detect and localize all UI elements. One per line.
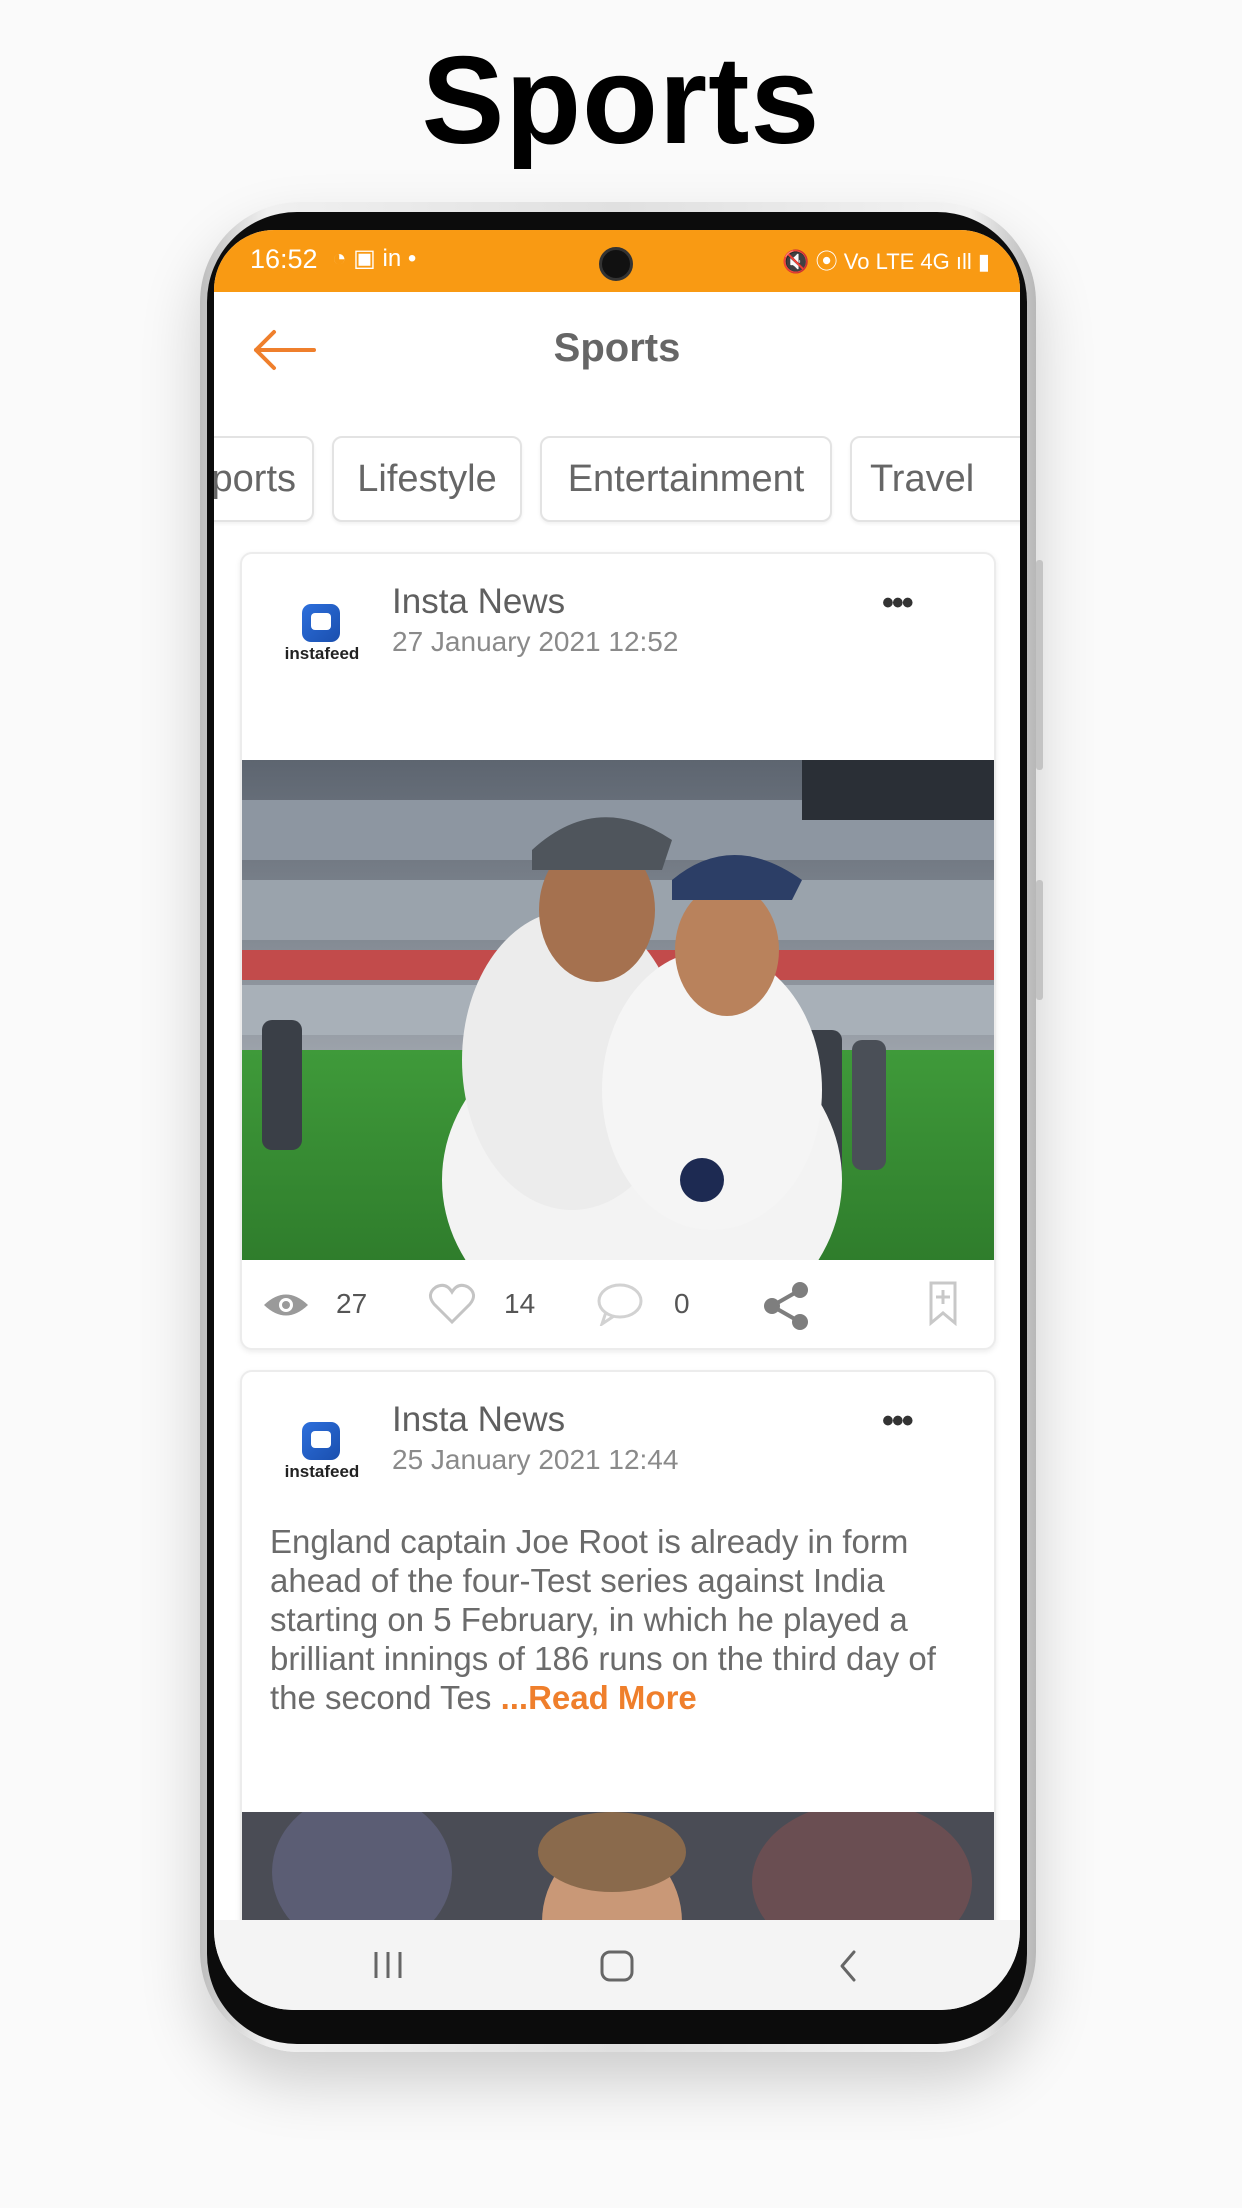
notification-icons: ◔ ▣ in • [332, 245, 417, 272]
category-tabs: Sports Lifestyle Entertainment Travel [214, 436, 1020, 526]
status-bar: 16:52 ◔ ▣ in • 🔇 ⦿ Vo LTE 4G ıll ▮ [214, 230, 1020, 292]
volume-button [1036, 560, 1043, 770]
tab-travel[interactable]: Travel [850, 436, 1020, 522]
power-button [1036, 880, 1043, 1000]
more-options-icon[interactable]: ••• [882, 584, 914, 623]
post-image[interactable] [242, 760, 994, 1260]
home-icon[interactable] [598, 1948, 636, 1984]
system-nav-bar [214, 1920, 1020, 2010]
instafeed-logo-icon [302, 1422, 340, 1460]
post-card[interactable]: instafeed Insta News 25 January 2021 12:… [240, 1370, 996, 1934]
back-nav-icon[interactable] [834, 1948, 864, 1984]
post-source[interactable]: Insta News [392, 582, 565, 622]
source-logo: instafeed [284, 1422, 360, 1492]
logo-wordmark: instafeed [284, 644, 360, 663]
page-title: Sports [553, 326, 681, 370]
post-date: 25 January 2021 12:44 [392, 1444, 679, 1475]
app-bar: Sports [214, 292, 1020, 410]
post-date: 27 January 2021 12:52 [392, 626, 679, 657]
bookmark-add-icon[interactable] [928, 1280, 958, 1326]
read-more-link[interactable]: ...Read More [501, 1679, 697, 1716]
promo-title: Sports [421, 32, 821, 170]
share-icon[interactable] [762, 1282, 812, 1330]
views-eye-icon [264, 1294, 308, 1316]
comment-bubble-icon[interactable] [596, 1282, 644, 1326]
post-actions: 27 14 0 [242, 1262, 994, 1348]
likes-count: 14 [504, 1288, 536, 1319]
more-options-icon[interactable]: ••• [882, 1402, 914, 1441]
views-count: 27 [336, 1288, 368, 1319]
post-excerpt: England captain Joe Root is already in f… [270, 1522, 970, 1717]
system-status-icons: 🔇 ⦿ Vo LTE 4G ıll ▮ [782, 249, 990, 274]
tab-sports[interactable]: Sports [214, 436, 314, 522]
comments-count: 0 [674, 1288, 690, 1319]
post-source[interactable]: Insta News [392, 1400, 565, 1440]
post-card[interactable]: instafeed Insta News 27 January 2021 12:… [240, 552, 996, 1350]
front-camera [599, 247, 633, 281]
tab-lifestyle[interactable]: Lifestyle [332, 436, 522, 522]
status-time: 16:52 [250, 244, 318, 274]
like-heart-icon[interactable] [428, 1282, 476, 1326]
post-image[interactable] [242, 1812, 994, 1932]
instafeed-logo-icon [302, 604, 340, 642]
phone-screen: 16:52 ◔ ▣ in • 🔇 ⦿ Vo LTE 4G ıll ▮ Sport… [214, 230, 1020, 2010]
recent-apps-icon[interactable] [370, 1948, 406, 1982]
logo-wordmark: instafeed [284, 1462, 360, 1481]
tab-entertainment[interactable]: Entertainment [540, 436, 832, 522]
source-logo: instafeed [284, 604, 360, 674]
